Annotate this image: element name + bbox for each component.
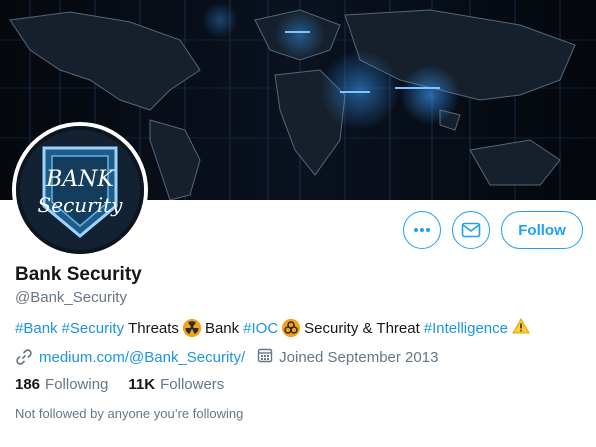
following-count: 186 bbox=[15, 376, 41, 393]
calendar-icon bbox=[257, 347, 273, 367]
link-icon bbox=[16, 349, 32, 365]
display-name: Bank Security bbox=[15, 264, 142, 285]
followers-stat[interactable]: 11K Followers bbox=[128, 376, 224, 393]
follow-stats: 186 Following 11K Followers bbox=[15, 376, 224, 393]
bio-text-threats: Threats bbox=[128, 319, 179, 337]
warning-emoji-icon bbox=[512, 317, 530, 338]
not-followed-notice: Not followed by anyone you’re following bbox=[15, 406, 244, 421]
hashtag-bank[interactable]: #Bank bbox=[15, 320, 58, 337]
profile-avatar[interactable]: BANK Security bbox=[12, 122, 148, 258]
followers-label: Followers bbox=[160, 376, 225, 393]
following-label: Following bbox=[45, 376, 109, 393]
biohazard-emoji-icon bbox=[282, 319, 301, 337]
followers-count: 11K bbox=[128, 376, 156, 393]
profile-meta: medium.com/@Bank_Security/ Joined Septem… bbox=[15, 347, 438, 367]
following-stat[interactable]: 186 Following bbox=[15, 376, 108, 393]
logo-text-security: Security bbox=[38, 193, 124, 217]
logo-text-bank: BANK bbox=[45, 167, 115, 192]
joined-date: Joined September 2013 bbox=[279, 348, 439, 366]
hashtag-ioc[interactable]: #IOC bbox=[243, 320, 278, 337]
message-button[interactable] bbox=[452, 211, 490, 249]
hashtag-security[interactable]: #Security bbox=[62, 320, 125, 337]
more-options-button[interactable] bbox=[403, 211, 441, 249]
bio-text-security-threat: Security & Threat bbox=[304, 319, 420, 337]
website-link[interactable]: medium.com/@Bank_Security/ bbox=[39, 349, 245, 366]
follow-button[interactable]: Follow bbox=[501, 211, 583, 249]
envelope-icon bbox=[461, 222, 481, 238]
more-horizontal-icon bbox=[414, 228, 430, 232]
profile-bio: #Bank #Security Threats Bank #IOC Securi… bbox=[15, 317, 530, 338]
bio-text-bank: Bank bbox=[204, 319, 240, 337]
radioactive-emoji-icon bbox=[182, 319, 201, 337]
user-handle: @Bank_Security bbox=[15, 289, 127, 306]
hashtag-intelligence[interactable]: #Intelligence bbox=[424, 320, 508, 337]
